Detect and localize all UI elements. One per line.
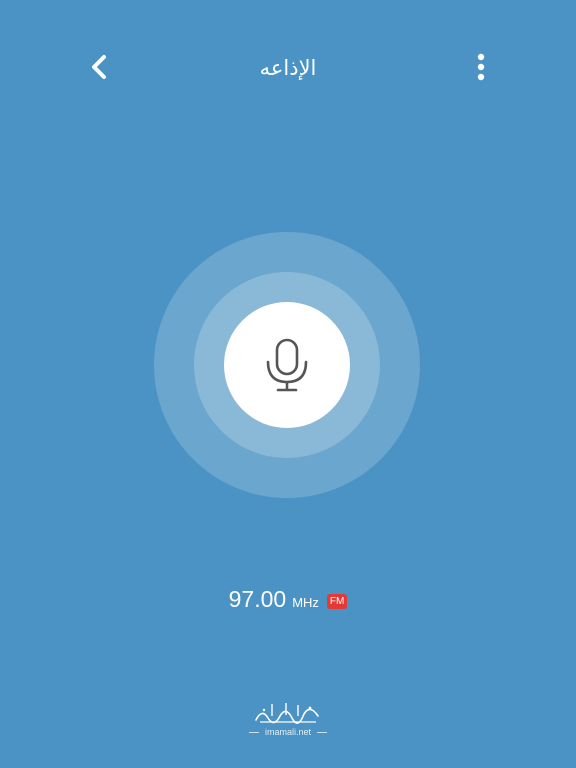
menu-button[interactable]	[468, 50, 494, 84]
frequency-unit: MHz	[292, 595, 319, 610]
footer-logo: imamali.net	[216, 700, 360, 750]
microphone-button[interactable]	[224, 302, 350, 428]
back-button[interactable]	[84, 50, 114, 84]
calligraphy-logo-icon	[255, 703, 319, 724]
fm-badge: FM	[326, 594, 348, 609]
more-vertical-icon	[477, 53, 485, 81]
microphone-icon	[266, 338, 308, 392]
frequency-display: 97.00 MHz FM	[0, 586, 576, 618]
page-title: الإذاعه	[259, 56, 317, 80]
app-header: الإذاعه	[0, 0, 576, 140]
logo-url-text: imamali.net	[264, 727, 311, 737]
frequency-value: 97.00	[228, 586, 287, 612]
chevron-left-icon	[92, 55, 106, 79]
